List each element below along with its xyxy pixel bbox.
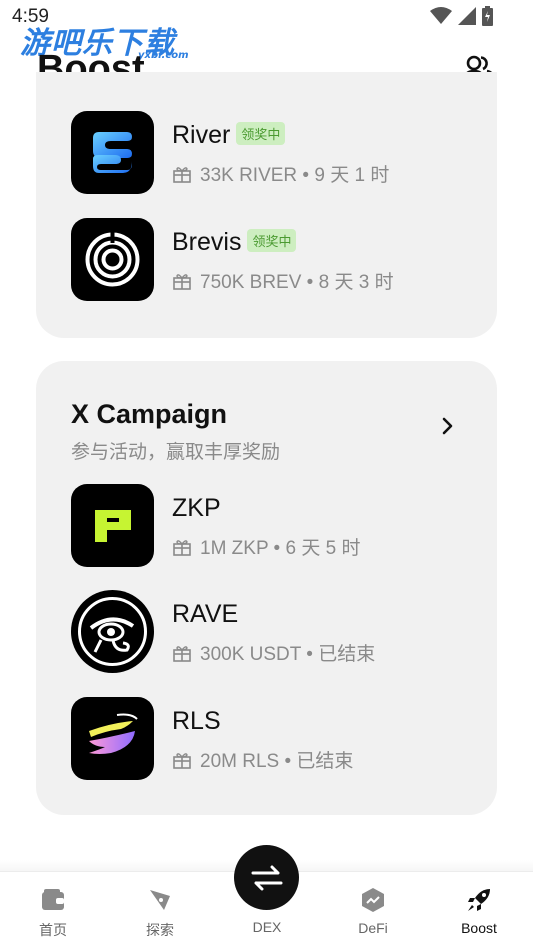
item-subtitle: 750K BREV • 8 天 3 时 <box>172 267 394 294</box>
status-badge: 领奖中 <box>236 122 286 145</box>
item-name: RAVE <box>172 600 239 628</box>
section-title[interactable]: X Campaign <box>71 399 227 430</box>
nav-label-dex[interactable]: DEX <box>222 919 312 935</box>
nav-item-explore[interactable]: 探索 <box>115 886 205 940</box>
river-logo-icon <box>71 111 154 194</box>
gift-icon <box>173 645 191 662</box>
list-item-rave[interactable]: RAVE 300K USDT • 已结束 <box>71 590 471 674</box>
gift-icon <box>173 273 191 290</box>
swap-icon <box>251 865 282 890</box>
list-item-river[interactable]: River 领奖中 33K RIVER • 9 天 1 时 <box>71 111 471 195</box>
item-name: RLS <box>172 707 221 735</box>
nav-label: 探索 <box>146 922 174 938</box>
nav-item-boost[interactable]: Boost <box>434 886 524 936</box>
zkp-logo-icon <box>71 484 154 567</box>
nav-label: Boost <box>461 920 497 936</box>
item-subtitle: 33K RIVER • 9 天 1 时 <box>172 160 389 187</box>
gift-icon <box>173 166 191 183</box>
item-subtitle: 20M RLS • 已结束 <box>172 746 353 773</box>
list-item-rls[interactable]: RLS 20M RLS • 已结束 <box>71 697 471 781</box>
brevis-logo-icon <box>71 218 154 301</box>
section-subtitle: 参与活动，赢取丰厚奖励 <box>71 442 281 463</box>
dex-button[interactable] <box>234 845 299 910</box>
battery-icon <box>482 6 493 26</box>
nav-item-home[interactable]: 首页 <box>8 886 98 940</box>
watermark-sub: yxbl.com <box>138 50 189 61</box>
status-badge: 领奖中 <box>247 229 297 252</box>
item-subtitle: 1M ZKP • 6 天 5 时 <box>172 533 360 560</box>
nav-label: 首页 <box>39 922 67 938</box>
wifi-icon <box>430 7 452 24</box>
wallet-icon <box>42 889 64 910</box>
item-subtitle: 300K USDT • 已结束 <box>172 639 375 666</box>
rave-logo-icon <box>71 590 154 673</box>
signal-icon <box>458 7 476 25</box>
status-icons <box>430 6 493 26</box>
chevron-right-icon[interactable] <box>438 415 456 437</box>
list-item-brevis[interactable]: Brevis 领奖中 750K BREV • 8 天 3 时 <box>71 218 471 302</box>
item-name: Brevis 领奖中 <box>172 228 297 257</box>
boost-campaign-card: River 领奖中 33K RIVER • 9 天 1 时 Brevis 领奖中 7… <box>36 72 497 338</box>
list-item-zkp[interactable]: ZKP 1M ZKP • 6 天 5 时 <box>71 484 471 568</box>
item-name: ZKP <box>172 494 221 522</box>
rls-logo-icon <box>71 697 154 780</box>
compass-icon <box>150 890 170 910</box>
gift-icon <box>173 539 191 556</box>
nav-label: DeFi <box>358 920 388 936</box>
x-campaign-card: X Campaign 参与活动，赢取丰厚奖励 ZKP 1M ZKP • 6 天 … <box>36 361 497 815</box>
defi-icon <box>362 888 384 912</box>
item-name: River 领奖中 <box>172 121 286 150</box>
nav-item-defi[interactable]: DeFi <box>328 886 418 936</box>
gift-icon <box>173 752 191 769</box>
rocket-icon <box>468 889 490 911</box>
